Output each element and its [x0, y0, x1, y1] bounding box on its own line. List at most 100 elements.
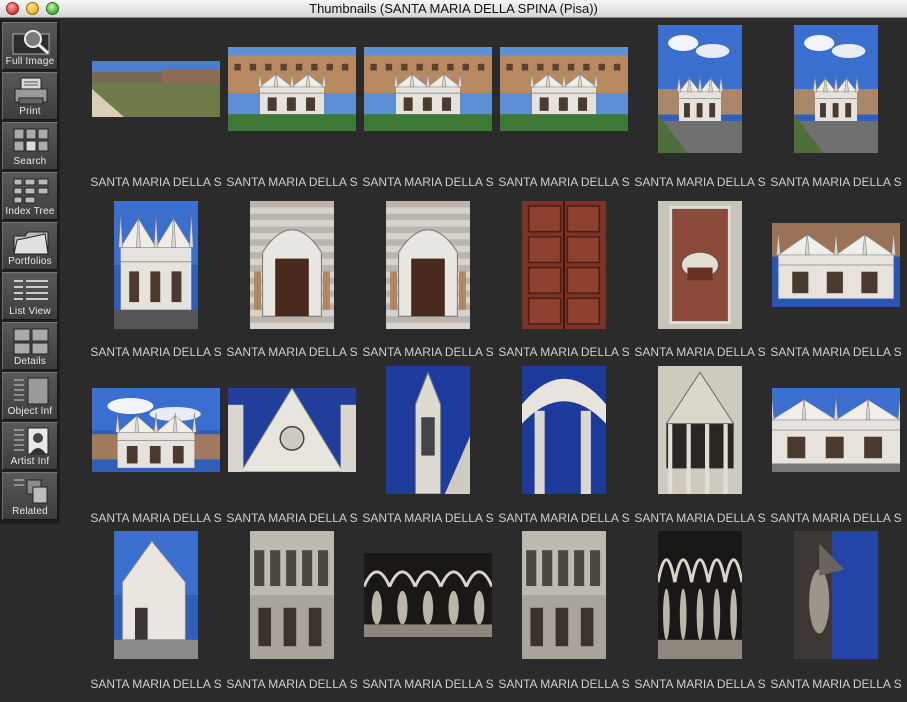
related-icon	[11, 476, 51, 506]
tool-label: Related	[12, 506, 48, 517]
thumbnail-caption: SANTA MARIA DELLA S	[498, 511, 630, 525]
thumbnail-image[interactable]	[772, 388, 900, 472]
thumbnail-caption: SANTA MARIA DELLA S	[226, 511, 358, 525]
tool-label: Artist Inf	[10, 456, 50, 467]
thumbnail-caption: SANTA MARIA DELLA S	[634, 175, 766, 189]
related-button[interactable]: Related	[2, 472, 58, 520]
object-info-icon	[11, 376, 51, 406]
thumbnail-image[interactable]	[794, 531, 878, 659]
thumbnail-caption: SANTA MARIA DELLA S	[498, 175, 630, 189]
thumbnail-frame[interactable]	[224, 24, 360, 154]
thumbnail-image[interactable]	[250, 531, 334, 659]
thumbnail-image[interactable]	[386, 201, 470, 329]
thumbnail-image[interactable]	[364, 553, 492, 637]
thumbnail-caption: SANTA MARIA DELLA S	[634, 511, 766, 525]
thumbnail-frame[interactable]	[360, 200, 496, 330]
thumbnail-image[interactable]	[522, 201, 606, 329]
details-icon	[11, 326, 51, 356]
thumbnail-caption: SANTA MARIA DELLA S	[770, 677, 902, 691]
print-button[interactable]: Print	[2, 72, 58, 120]
thumbnail-caption: SANTA MARIA DELLA S	[90, 345, 222, 359]
thumbnail-image[interactable]	[386, 366, 470, 494]
thumbnail-image[interactable]	[522, 531, 606, 659]
list-view-button[interactable]: List View	[2, 272, 58, 320]
thumbnail-image[interactable]	[658, 531, 742, 659]
thumbnail-caption: SANTA MARIA DELLA S	[362, 175, 494, 189]
thumbnail-image[interactable]	[772, 223, 900, 307]
thumbnail-frame[interactable]	[496, 365, 632, 495]
thumbnail-caption: SANTA MARIA DELLA S	[90, 677, 222, 691]
tool-sidebar: Full Image Print Search Index Tree Portfolio…	[0, 20, 60, 524]
details-button[interactable]: Details	[2, 322, 58, 370]
thumbnail-frame[interactable]	[224, 530, 360, 660]
thumbnail-frame[interactable]	[768, 200, 904, 330]
thumbnail-frame[interactable]	[496, 530, 632, 660]
thumbnail-caption: SANTA MARIA DELLA S	[362, 677, 494, 691]
thumbnail-grid: SANTA MARIA DELLA S SANTA MARIA DELLA S SA…	[60, 20, 907, 702]
tool-label: Object Inf	[7, 406, 53, 417]
search-button[interactable]: Search	[2, 122, 58, 170]
thumbnail-image[interactable]	[92, 61, 220, 117]
thumbnail-image[interactable]	[794, 25, 878, 153]
thumbnail-image[interactable]	[658, 201, 742, 329]
thumbnail-frame[interactable]	[632, 24, 768, 154]
artist-portrait-icon	[11, 426, 51, 456]
thumbnail-image[interactable]	[364, 47, 492, 131]
thumbnail-image[interactable]	[658, 25, 742, 153]
thumbnail-frame[interactable]	[768, 530, 904, 660]
thumbnail-caption: SANTA MARIA DELLA S	[498, 345, 630, 359]
thumbnail-frame[interactable]	[88, 24, 224, 154]
folder-icon	[11, 226, 51, 256]
thumbnail-frame[interactable]	[88, 200, 224, 330]
tool-label: Search	[13, 156, 47, 167]
thumbnail-frame[interactable]	[632, 200, 768, 330]
thumbnail-frame[interactable]	[632, 365, 768, 495]
thumbnail-image[interactable]	[500, 47, 628, 131]
thumbnail-frame[interactable]	[224, 200, 360, 330]
thumbnail-frame[interactable]	[360, 24, 496, 154]
thumbnail-frame[interactable]	[88, 530, 224, 660]
thumbnail-caption: SANTA MARIA DELLA S	[226, 175, 358, 189]
thumbnail-frame[interactable]	[632, 530, 768, 660]
portfolios-button[interactable]: Portfolios	[2, 222, 58, 270]
window-title-bar[interactable]: Thumbnails (SANTA MARIA DELLA SPINA (Pis…	[0, 0, 907, 18]
tool-label: Details	[14, 356, 46, 367]
index-tree-button[interactable]: Index Tree	[2, 172, 58, 220]
thumbnail-image[interactable]	[114, 531, 198, 659]
thumbnail-image[interactable]	[228, 388, 356, 472]
thumbnail-caption: SANTA MARIA DELLA S	[226, 345, 358, 359]
thumbnail-caption: SANTA MARIA DELLA S	[770, 511, 902, 525]
artist-info-button[interactable]: Artist Inf	[2, 422, 58, 470]
thumbnail-frame[interactable]	[768, 365, 904, 495]
thumbnail-caption: SANTA MARIA DELLA S	[90, 511, 222, 525]
window-title: Thumbnails (SANTA MARIA DELLA SPINA (Pis…	[309, 1, 598, 16]
thumbnail-caption: SANTA MARIA DELLA S	[90, 175, 222, 189]
thumbnail-frame[interactable]	[360, 530, 496, 660]
thumbnail-image[interactable]	[228, 47, 356, 131]
thumbnail-frame[interactable]	[224, 365, 360, 495]
thumbnail-caption: SANTA MARIA DELLA S	[362, 345, 494, 359]
search-grid-icon	[11, 126, 51, 156]
thumbnail-caption: SANTA MARIA DELLA S	[362, 511, 494, 525]
tool-label: List View	[9, 306, 51, 317]
magnifier-icon	[11, 26, 51, 56]
thumbnail-frame[interactable]	[88, 365, 224, 495]
tool-label: Index Tree	[5, 206, 55, 217]
tool-label: Portfolios	[8, 256, 52, 267]
full-image-button[interactable]: Full Image	[2, 22, 58, 70]
thumbnail-image[interactable]	[114, 201, 198, 329]
list-icon	[11, 276, 51, 306]
thumbnail-frame[interactable]	[768, 24, 904, 154]
thumbnail-image[interactable]	[522, 366, 606, 494]
thumbnail-image[interactable]	[658, 366, 742, 494]
thumbnail-frame[interactable]	[496, 200, 632, 330]
printer-icon	[11, 76, 51, 106]
thumbnail-caption: SANTA MARIA DELLA S	[226, 677, 358, 691]
thumbnail-image[interactable]	[250, 201, 334, 329]
thumbnail-frame[interactable]	[360, 365, 496, 495]
tool-label: Full Image	[5, 56, 55, 67]
thumbnail-image[interactable]	[92, 388, 220, 472]
object-info-button[interactable]: Object Inf	[2, 372, 58, 420]
thumbnail-frame[interactable]	[496, 24, 632, 154]
tool-label: Print	[19, 106, 41, 117]
